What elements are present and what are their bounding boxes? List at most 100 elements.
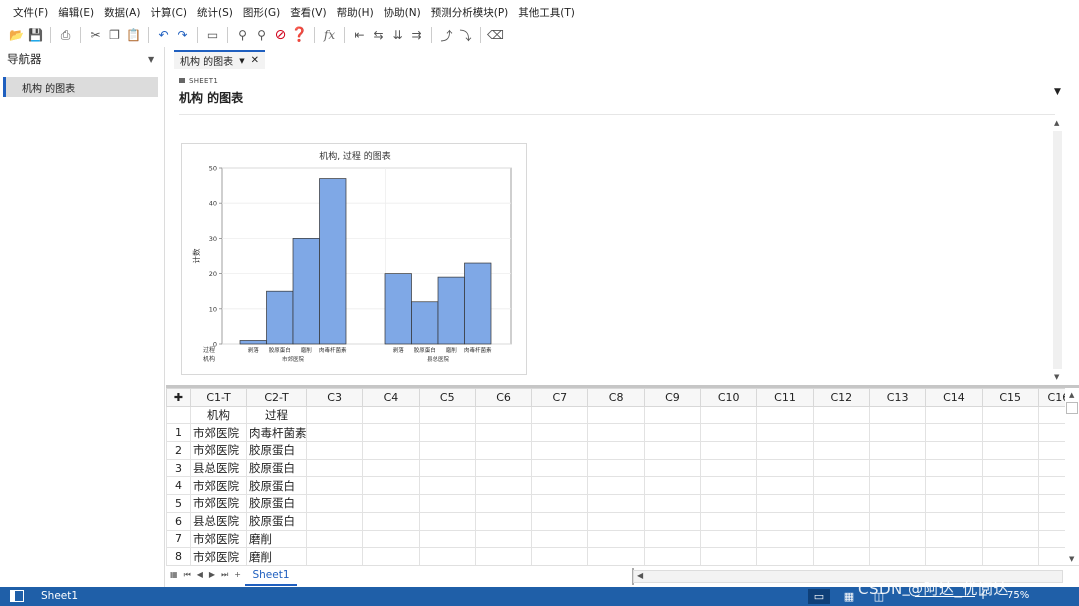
data-cell[interactable] <box>587 529 645 549</box>
cut-icon[interactable]: ✂ <box>87 27 104 44</box>
data-cell[interactable] <box>756 458 814 478</box>
data-cell[interactable]: 肉毒杆菌素 <box>246 423 307 443</box>
data-cell[interactable] <box>1037 529 1065 549</box>
column-header[interactable]: C3 <box>305 388 364 407</box>
data-cell[interactable]: 市郊医院 <box>190 476 247 496</box>
data-cell[interactable] <box>756 476 814 496</box>
data-cell[interactable]: 胶原蛋白 <box>246 458 307 478</box>
panel-toggle-icon[interactable] <box>10 590 24 602</box>
data-cell[interactable] <box>362 529 420 549</box>
data-cell[interactable] <box>418 511 476 531</box>
column-header[interactable]: C7 <box>531 388 589 407</box>
merge-icon[interactable]: ⇉ <box>408 27 425 44</box>
data-cell[interactable]: 胶原蛋白 <box>246 511 307 531</box>
data-cell[interactable] <box>981 476 1039 496</box>
data-cell[interactable] <box>812 547 870 565</box>
data-cell[interactable]: 县总医院 <box>190 458 247 478</box>
data-cell[interactable] <box>700 494 758 513</box>
data-cell[interactable] <box>868 476 927 496</box>
column-header[interactable]: C1-T <box>190 388 247 407</box>
column-name-cell[interactable] <box>756 405 814 425</box>
column-name-cell[interactable] <box>700 405 758 425</box>
print-icon[interactable]: ⎙ <box>57 27 74 44</box>
navigator-item[interactable]: 机构 的图表 <box>3 77 158 97</box>
column-header[interactable]: C12 <box>812 388 870 407</box>
chevron-down-icon[interactable]: ▼ <box>239 57 244 65</box>
data-cell[interactable] <box>925 458 983 478</box>
menu-item[interactable]: 文件(F) <box>8 5 53 20</box>
replace-icon[interactable]: ⚲ <box>253 27 270 44</box>
data-cell[interactable] <box>868 423 927 443</box>
data-cell[interactable] <box>587 476 645 496</box>
data-cell[interactable] <box>531 423 589 443</box>
row-number[interactable]: 7 <box>166 529 191 549</box>
data-cell[interactable]: 县总医院 <box>190 511 247 531</box>
row-number[interactable]: 1 <box>166 423 191 443</box>
data-cell[interactable] <box>812 441 870 460</box>
scroll-down-icon[interactable]: ▼ <box>1069 555 1074 563</box>
column-header[interactable]: C6 <box>474 388 533 407</box>
menu-item[interactable]: 数据(A) <box>99 5 145 20</box>
grid-scrollbar[interactable]: ▲ ▼ <box>1065 388 1079 565</box>
chart-icon[interactable]: ⤴ <box>438 27 455 44</box>
column-name-cell[interactable]: 过程 <box>246 405 307 425</box>
data-cell[interactable] <box>981 511 1039 531</box>
collapse-icon[interactable]: ▼ <box>1054 87 1061 97</box>
row-number[interactable]: 3 <box>166 458 191 478</box>
close-icon[interactable]: ✕ <box>251 55 259 66</box>
data-cell[interactable]: 胶原蛋白 <box>246 476 307 496</box>
data-cell[interactable]: 磨削 <box>246 547 307 565</box>
data-cell[interactable] <box>305 494 364 513</box>
column-name-cell[interactable] <box>1037 405 1065 425</box>
data-cell[interactable] <box>1037 423 1065 443</box>
column-name-cell[interactable] <box>474 405 533 425</box>
stop-icon[interactable]: ⊘ <box>272 27 289 44</box>
data-cell[interactable] <box>1037 458 1065 478</box>
data-cell[interactable] <box>305 441 364 460</box>
data-cell[interactable] <box>474 494 533 513</box>
column-name-cell[interactable]: 机构 <box>190 405 247 425</box>
view-output-icon[interactable]: ▭ <box>808 589 830 604</box>
data-cell[interactable] <box>1037 511 1065 531</box>
data-cell[interactable] <box>868 458 927 478</box>
data-cell[interactable] <box>981 529 1039 549</box>
data-cell[interactable] <box>925 547 983 565</box>
data-cell[interactable] <box>643 458 702 478</box>
column-header[interactable]: C8 <box>587 388 645 407</box>
data-cell[interactable] <box>587 494 645 513</box>
data-cell[interactable] <box>756 547 814 565</box>
data-cell[interactable] <box>531 458 589 478</box>
open-icon[interactable]: 📂 <box>8 27 25 44</box>
data-cell[interactable] <box>643 547 702 565</box>
output-scrollbar[interactable]: ▲ ▼ <box>1051 119 1064 381</box>
select-all-icon[interactable]: ✚ <box>166 388 191 407</box>
scroll-up-icon[interactable]: ▲ <box>1069 391 1074 399</box>
data-cell[interactable] <box>418 458 476 478</box>
data-cell[interactable] <box>812 511 870 531</box>
data-cell[interactable] <box>925 441 983 460</box>
data-cell[interactable] <box>305 458 364 478</box>
data-cell[interactable] <box>868 441 927 460</box>
data-cell[interactable] <box>531 529 589 549</box>
data-cell[interactable] <box>531 511 589 531</box>
data-cell[interactable] <box>756 494 814 513</box>
brush-icon[interactable]: ⤵ <box>457 27 474 44</box>
column-header[interactable]: C10 <box>700 388 758 407</box>
data-cell[interactable] <box>474 441 533 460</box>
data-cell[interactable] <box>700 547 758 565</box>
column-name-cell[interactable] <box>812 405 870 425</box>
copy-icon[interactable]: ❐ <box>106 27 123 44</box>
data-cell[interactable] <box>812 458 870 478</box>
data-cell[interactable] <box>756 441 814 460</box>
data-cell[interactable] <box>1037 494 1065 513</box>
row-number[interactable]: 6 <box>166 511 191 531</box>
data-cell[interactable]: 市郊医院 <box>190 529 247 549</box>
data-cell[interactable] <box>925 494 983 513</box>
column-header[interactable]: C4 <box>362 388 420 407</box>
column-header[interactable]: C15 <box>981 388 1039 407</box>
data-cell[interactable] <box>643 511 702 531</box>
data-cell[interactable] <box>868 547 927 565</box>
scroll-track[interactable] <box>1053 131 1062 369</box>
data-cell[interactable] <box>474 529 533 549</box>
row-number[interactable]: 4 <box>166 476 191 496</box>
